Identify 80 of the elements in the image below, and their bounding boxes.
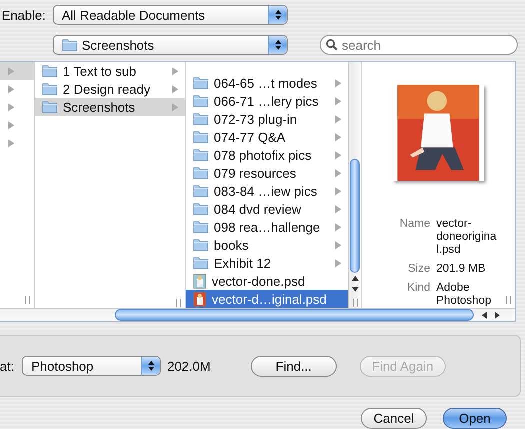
horizontal-scrollbar[interactable]	[0, 308, 515, 321]
folder-icon	[42, 82, 58, 96]
find-button[interactable]: Find...	[250, 356, 337, 376]
file-name: 1 Text to sub	[63, 64, 138, 78]
folder-icon	[193, 166, 209, 180]
file-list-item[interactable]: vector-d…iginal.psd	[186, 290, 348, 308]
file-list-item[interactable]: 078 photofix pics	[186, 146, 348, 164]
right-arrow-icon[interactable]	[495, 312, 500, 318]
search-field[interactable]: search	[320, 35, 518, 55]
file-list-item[interactable]: 098 rea…hallenge	[186, 218, 348, 236]
file-list-item[interactable]: 072-73 plug-in	[186, 110, 348, 128]
file-name: 066-71 …lery pics	[214, 94, 320, 108]
file-list-item[interactable]: books	[186, 236, 348, 254]
updown-arrows-icon	[274, 9, 282, 21]
file-name: Screenshots	[63, 100, 136, 114]
file-name: 083-84 …iew pics	[214, 184, 318, 198]
column-resize-handle[interactable]	[25, 296, 30, 304]
file-name: 2 Design ready	[63, 82, 152, 96]
folder-icon	[193, 202, 209, 216]
file-name: 078 photofix pics	[214, 148, 313, 162]
folder-icon	[42, 64, 58, 78]
file-name: Exhibit 12	[214, 256, 272, 270]
folder-icon	[193, 94, 209, 108]
up-arrow-icon[interactable]	[352, 276, 358, 281]
folder-icon	[193, 76, 209, 90]
cancel-button[interactable]: Cancel	[361, 408, 427, 429]
down-arrow-icon[interactable]	[352, 287, 358, 292]
file-list-item[interactable]: 083-84 …iew pics	[186, 182, 348, 200]
info-value: vector-doneoriginal.psd	[436, 218, 498, 257]
file-list-item[interactable]: 079 resources	[186, 164, 348, 182]
column-resize-handle[interactable]	[506, 296, 511, 304]
file-list-item[interactable]: 066-71 …lery pics	[186, 92, 348, 110]
folder-icon	[193, 148, 209, 162]
file-name: 084 dvd review	[214, 202, 302, 216]
folder-icon	[193, 238, 209, 252]
left-arrow-icon[interactable]	[482, 312, 487, 318]
file-list-item[interactable]: 074-77 Q&A	[186, 128, 348, 146]
image-file-icon	[193, 292, 207, 306]
folder-icon	[193, 220, 209, 234]
updown-arrows-icon	[274, 39, 282, 51]
folder-icon	[62, 38, 78, 52]
file-list-item[interactable]	[0, 62, 34, 80]
file-name: vector-d…iginal.psd	[212, 292, 328, 306]
file-list-item[interactable]: 1 Text to sub	[35, 62, 185, 80]
file-name: 079 resources	[214, 166, 298, 180]
format-label: at:	[0, 358, 14, 374]
search-icon	[326, 39, 338, 51]
folder-icon	[193, 130, 209, 144]
file-size: 202.0M	[167, 358, 211, 374]
open-button[interactable]: Open	[443, 408, 507, 429]
file-name: vector-done.psd	[212, 274, 306, 288]
file-name: 064-65 …t modes	[214, 76, 318, 90]
file-list-item[interactable]: vector-done.psd	[186, 272, 348, 290]
column-resize-handle[interactable]	[353, 299, 358, 307]
column-resize-handle[interactable]	[176, 299, 181, 307]
image-file-icon	[193, 274, 207, 288]
file-list-item[interactable]: Screenshots	[35, 98, 185, 116]
file-list-item[interactable]: 084 dvd review	[186, 200, 348, 218]
file-list-item[interactable]: 2 Design ready	[35, 80, 185, 98]
folder-icon	[42, 100, 58, 114]
info-label: Size	[407, 263, 430, 276]
file-name: 074-77 Q&A	[214, 130, 287, 144]
folder-icon	[193, 112, 209, 126]
file-list-item[interactable]: Exhibit 12	[186, 254, 348, 272]
file-name: books	[214, 238, 250, 252]
folder-icon	[193, 184, 209, 198]
file-name: 098 rea…hallenge	[214, 220, 322, 234]
folder-icon	[193, 256, 209, 270]
vertical-scrollbar[interactable]	[348, 62, 361, 308]
enable-label: Enable:	[0, 8, 46, 22]
enable-popup[interactable]: All Readable Documents	[53, 5, 288, 25]
info-label: Name	[398, 218, 430, 232]
info-label: Kind	[406, 282, 430, 296]
info-value: 201.9 MB	[436, 263, 487, 276]
file-list-item[interactable]: 064-65 …t modes	[186, 74, 348, 92]
file-name: 072-73 plug-in	[214, 112, 298, 126]
updown-arrows-icon	[148, 360, 155, 372]
info-value: Adobe Photoshop	[436, 282, 492, 308]
location-popup[interactable]: Screenshots	[53, 35, 288, 55]
format-popup[interactable]: Photoshop	[22, 356, 162, 376]
